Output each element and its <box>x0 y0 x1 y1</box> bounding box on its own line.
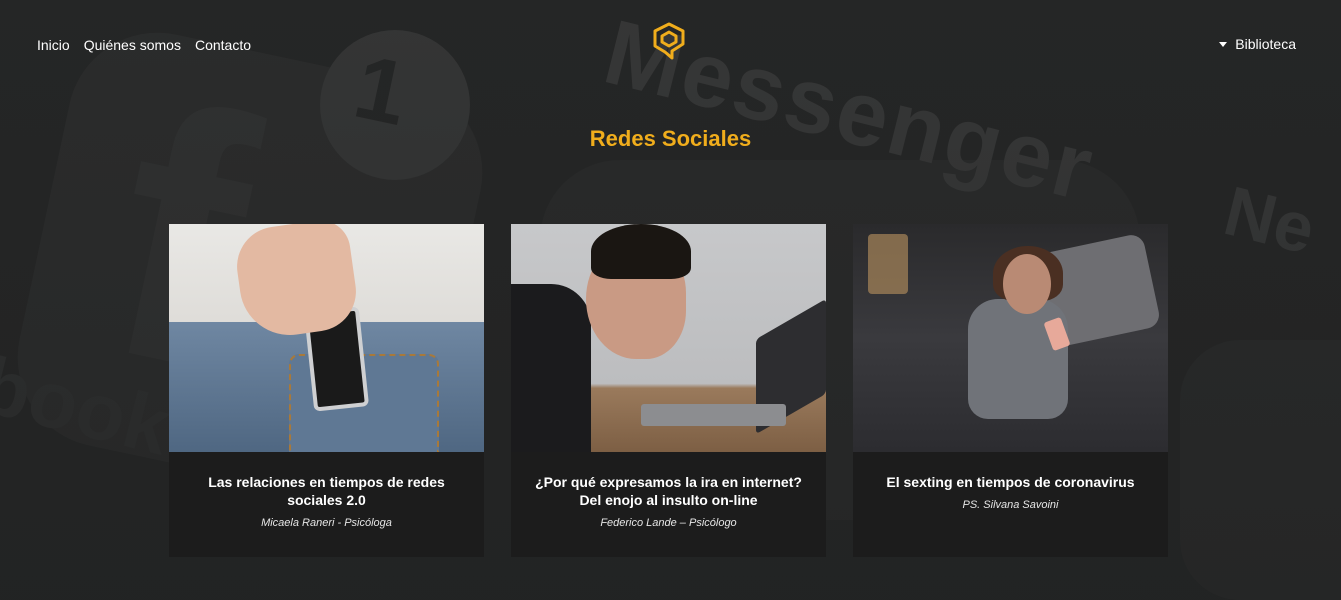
article-title[interactable]: ¿Por qué expresamos la ira en internet? … <box>529 473 808 509</box>
article-author: Federico Lande – Psicólogo <box>600 517 737 529</box>
laptop-illustration <box>641 404 786 426</box>
article-title[interactable]: Las relaciones en tiempos de redes socia… <box>187 473 466 509</box>
article-card[interactable]: El sexting en tiempos de coronavirus PS.… <box>853 224 1168 557</box>
nav-item-contacto[interactable]: Contacto <box>195 37 251 53</box>
biblioteca-dropdown[interactable]: Biblioteca <box>1219 36 1296 52</box>
nav-item-quienes-somos[interactable]: Quiénes somos <box>84 37 181 53</box>
main-nav: Inicio Quiénes somos Contacto <box>37 37 251 53</box>
site-header: Inicio Quiénes somos Contacto Biblioteca <box>0 0 1341 90</box>
article-image[interactable] <box>511 224 826 452</box>
article-author: Micaela Raneri - Psicóloga <box>261 517 392 529</box>
brand-logo-icon[interactable] <box>652 22 686 64</box>
article-image[interactable] <box>169 224 484 452</box>
page-title: Redes Sociales <box>589 126 752 151</box>
article-title[interactable]: El sexting en tiempos de coronavirus <box>871 473 1150 491</box>
caret-down-icon <box>1219 41 1228 47</box>
article-card[interactable]: ¿Por qué expresamos la ira en internet? … <box>511 224 826 557</box>
article-card[interactable]: Las relaciones en tiempos de redes socia… <box>169 224 484 557</box>
article-cards: Las relaciones en tiempos de redes socia… <box>169 224 1168 557</box>
biblioteca-label: Biblioteca <box>1235 36 1296 52</box>
article-author: PS. Silvana Savoini <box>962 499 1059 511</box>
nav-item-inicio[interactable]: Inicio <box>37 37 70 53</box>
article-image[interactable] <box>853 224 1168 452</box>
